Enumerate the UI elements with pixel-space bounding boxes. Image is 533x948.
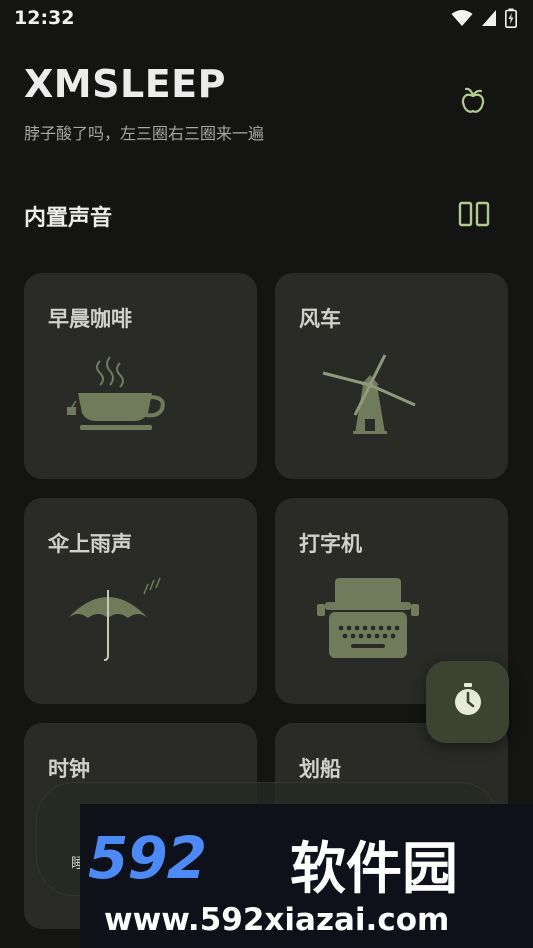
timer-button[interactable]: [426, 661, 509, 743]
sound-card-umbrella-rain[interactable]: 伞上雨声: [24, 498, 257, 704]
section-title: 内置声音: [24, 206, 113, 231]
signal-icon: [481, 9, 497, 31]
card-label: 划船: [299, 757, 341, 781]
grid-view-icon[interactable]: [456, 197, 492, 231]
coffee-cup-icon: [64, 353, 184, 453]
sound-card-windmill[interactable]: 风车: [275, 273, 508, 479]
status-bar: 12:32: [0, 0, 533, 36]
card-label: 早晨咖啡: [48, 307, 132, 331]
watermark-url: www.592xiazai.com: [104, 902, 450, 938]
watermark-brand-number: 592: [88, 824, 207, 892]
sound-card-coffee[interactable]: 早晨咖啡: [24, 273, 257, 479]
umbrella-icon: [64, 577, 184, 678]
card-label: 伞上雨声: [48, 532, 132, 556]
apple-icon[interactable]: [455, 82, 491, 118]
wifi-icon: [451, 9, 473, 31]
status-icons: [451, 8, 517, 32]
timer-icon: [451, 682, 485, 722]
battery-icon: [505, 8, 517, 32]
windmill-icon: [315, 353, 435, 453]
status-time: 12:32: [14, 7, 75, 29]
watermark-overlay: 592 软件园 www.592xiazai.com: [80, 804, 533, 948]
typewriter-icon: [315, 578, 435, 678]
app-subtitle: 脖子酸了吗，左三圈右三圈来一遍: [24, 124, 265, 143]
watermark-brand-text: 软件园: [290, 837, 458, 902]
card-label: 时钟: [48, 757, 90, 781]
card-label: 风车: [299, 307, 341, 331]
card-label: 打字机: [299, 532, 362, 556]
app-title: XMSLEEP: [24, 62, 226, 106]
